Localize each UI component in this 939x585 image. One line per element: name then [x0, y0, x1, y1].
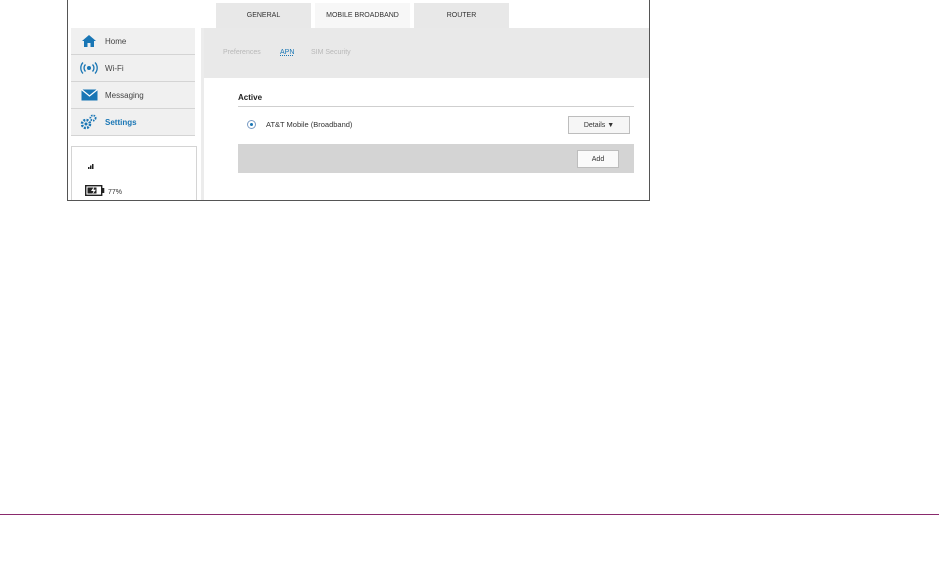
top-tabs: GENERAL MOBILE BROADBAND ROUTER: [216, 3, 509, 28]
battery-status: 77%: [84, 183, 123, 200]
details-dropdown-button[interactable]: Details ▼: [568, 116, 630, 134]
add-bar: Add: [238, 144, 634, 173]
subtab-preferences[interactable]: Preferences: [223, 49, 261, 56]
sidebar-item-messaging[interactable]: Messaging: [71, 82, 195, 109]
subtab-apn[interactable]: APN: [280, 49, 294, 56]
tab-router[interactable]: ROUTER: [414, 3, 509, 28]
sidebar-item-home[interactable]: Home: [71, 28, 195, 55]
main-panel: Preferences APN SIM Security Active AT&T…: [204, 28, 649, 200]
app-window: GENERAL MOBILE BROADBAND ROUTER Home Wi-…: [67, 0, 650, 201]
add-button[interactable]: Add: [577, 150, 619, 168]
sub-navigation: Preferences APN SIM Security: [204, 28, 649, 78]
wifi-icon: [80, 60, 98, 76]
tab-mobile-broadband[interactable]: MOBILE BROADBAND: [315, 3, 410, 28]
signal-bars-icon: [88, 164, 94, 171]
apn-radio-button[interactable]: [247, 120, 256, 129]
sidebar-item-wifi[interactable]: Wi-Fi: [71, 55, 195, 82]
footer-divider: [0, 514, 939, 515]
sidebar-item-settings[interactable]: Settings: [71, 109, 195, 136]
sidebar-item-label: Wi-Fi: [105, 63, 124, 73]
sidebar: Home Wi-Fi Messaging Settings: [71, 28, 195, 136]
battery-percentage: 77%: [108, 188, 123, 196]
status-panel: 77%: [71, 146, 197, 200]
sidebar-item-label: Settings: [105, 117, 137, 127]
subtab-sim-security[interactable]: SIM Security: [311, 49, 351, 56]
sidebar-item-label: Home: [105, 36, 127, 46]
gear-icon: [80, 114, 98, 130]
tab-general[interactable]: GENERAL: [216, 3, 311, 28]
home-icon: [80, 33, 98, 49]
section-title-active: Active: [238, 93, 634, 107]
apn-entry-row: AT&T Mobile (Broadband) Details ▼: [238, 114, 634, 136]
envelope-icon: [80, 87, 98, 103]
apn-entry-name: AT&T Mobile (Broadband): [266, 120, 353, 129]
battery-charging-icon: [84, 183, 105, 200]
sidebar-item-label: Messaging: [105, 90, 144, 100]
